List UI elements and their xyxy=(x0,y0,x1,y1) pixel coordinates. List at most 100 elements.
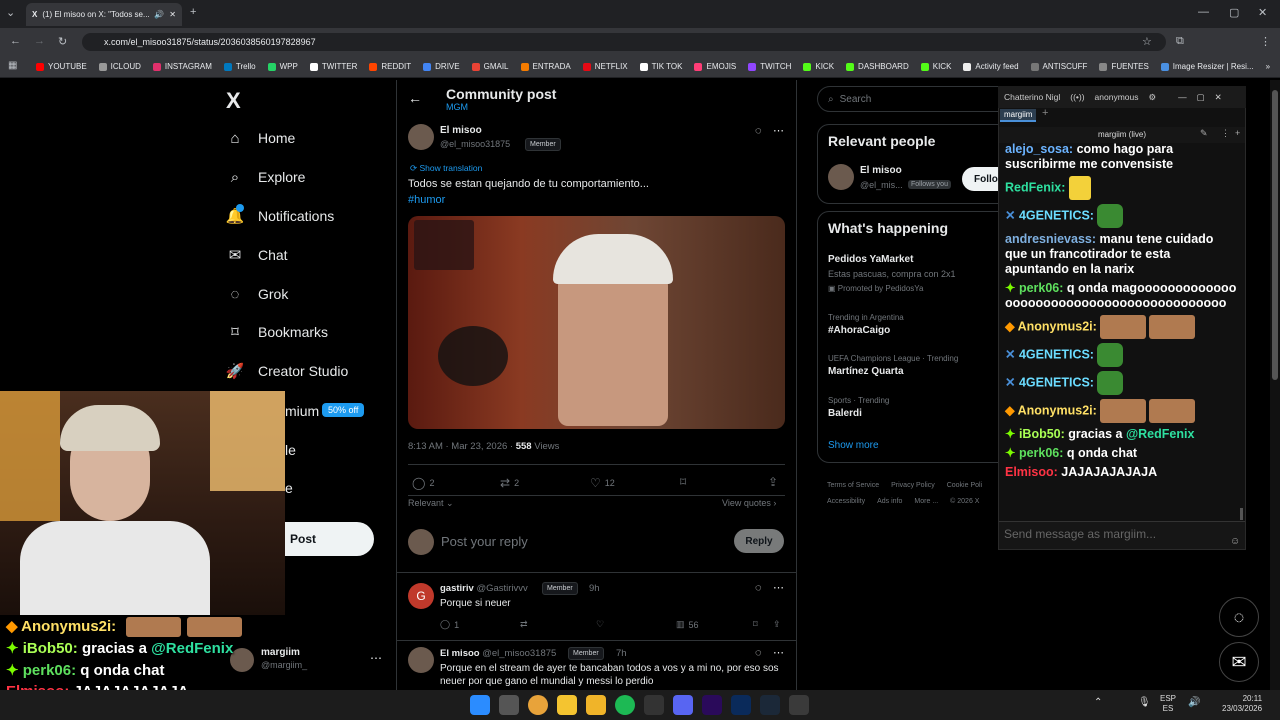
community-name[interactable]: MGM xyxy=(446,102,468,112)
chat-mention[interactable]: @RedFenix xyxy=(1126,427,1194,441)
bookmark-item[interactable]: TWITCH xyxy=(748,62,791,71)
bookmark-icon[interactable]: ⌑ xyxy=(753,619,758,630)
reply-author[interactable]: El misoo xyxy=(440,648,480,659)
minimize-icon[interactable]: — xyxy=(1178,92,1187,102)
footer-link[interactable]: © 2026 X xyxy=(950,494,979,510)
page-scrollbar[interactable] xyxy=(1270,80,1280,690)
bookmark-star-icon[interactable]: ☆ xyxy=(1142,35,1152,48)
edit-icon[interactable]: ✎ xyxy=(1200,128,1208,139)
footer-link[interactable]: Cookie Poli xyxy=(947,478,982,494)
back-arrow-icon[interactable]: ← xyxy=(408,90,422,106)
follow-button[interactable]: Follo xyxy=(962,167,1002,191)
search-taskbar-icon[interactable] xyxy=(499,695,519,715)
steam-icon[interactable] xyxy=(760,695,780,715)
reply-avatar-gastiriv[interactable]: G xyxy=(408,583,434,609)
share-icon[interactable]: ⇪ xyxy=(773,619,781,630)
chatterino-user[interactable]: anonymous xyxy=(1095,92,1139,102)
gear-icon[interactable]: ⚙ xyxy=(1149,92,1157,103)
sidebar-item-grok[interactable]: ◌ Grok xyxy=(226,285,289,303)
repost-action[interactable]: ⇄ 2 xyxy=(500,476,519,490)
bookmark-item[interactable]: DRIVE xyxy=(423,62,460,71)
chat-username[interactable]: alejo_sosa: xyxy=(1005,142,1073,156)
trend-name[interactable]: #AhoraCaigo xyxy=(828,325,890,336)
bookmark-item[interactable]: EMOJIS xyxy=(694,62,736,71)
scroll-thumb[interactable] xyxy=(1272,90,1278,380)
sidebar-item-explore[interactable]: ⌕ Explore xyxy=(226,168,306,186)
reply-more-icon[interactable]: ⋯ xyxy=(773,581,784,594)
emoji-icon[interactable]: ☺ xyxy=(1230,536,1240,547)
maximize-icon[interactable]: ▢ xyxy=(1229,6,1239,19)
chat-message[interactable]: ✦ perk06: q onda magoooooooooooooooooooo… xyxy=(999,281,1237,315)
reply-action[interactable]: ◯ 1 xyxy=(440,619,459,630)
sort-dropdown[interactable]: Relevant ⌄ xyxy=(408,498,454,509)
bookmark-item[interactable]: TIK TOK xyxy=(639,62,682,71)
chat-username[interactable]: iBob50: xyxy=(1019,427,1065,441)
chat-message[interactable]: Elmisoo: JAJAJAJAJAJA xyxy=(999,465,1237,484)
tab-list-icon[interactable]: ⌄ xyxy=(6,6,15,19)
relevant-avatar[interactable] xyxy=(828,164,854,190)
chat-message[interactable]: ✕ 4GENETICS: xyxy=(999,343,1237,371)
author-avatar[interactable] xyxy=(408,124,434,150)
grok-icon[interactable]: ◌ xyxy=(755,582,762,594)
repost-icon[interactable]: ⇄ xyxy=(520,619,528,630)
chat-message[interactable]: ✦ iBob50: gracias a @RedFenix xyxy=(999,427,1237,446)
reload-icon[interactable]: ↻ xyxy=(58,35,67,48)
search-input[interactable]: ⌕ Search xyxy=(817,86,1017,112)
clock[interactable]: 20:11 23/03/2026 xyxy=(1222,694,1262,714)
notes-icon[interactable] xyxy=(557,695,577,715)
view-quotes-link[interactable]: View quotes › xyxy=(722,498,776,508)
bookmark-item[interactable]: NETFLIX xyxy=(582,62,628,71)
bookmark-item[interactable]: FUENTES xyxy=(1099,62,1149,71)
post-more-icon[interactable]: ⋯ xyxy=(773,124,784,137)
back-icon[interactable]: ← xyxy=(10,35,21,47)
reply-action[interactable]: ◯ 2 xyxy=(412,476,434,490)
apps-icon[interactable]: ▦ xyxy=(8,60,17,71)
add-tab-icon[interactable]: + xyxy=(1042,107,1048,119)
show-translation[interactable]: ⟳ Show translation xyxy=(410,163,482,174)
tray-chevron-icon[interactable]: ⌃ xyxy=(1094,697,1102,708)
spotify-icon[interactable] xyxy=(615,695,635,715)
chat-message[interactable]: ◆ Anonymus2i: xyxy=(999,315,1237,343)
grok-float-icon[interactable]: ◌ xyxy=(1219,597,1259,637)
chat-username[interactable]: RedFenix: xyxy=(1005,180,1065,194)
reply-input[interactable]: Post your reply xyxy=(441,534,528,549)
minimize-icon[interactable]: — xyxy=(1198,6,1209,18)
split-icon[interactable]: + xyxy=(1235,128,1240,138)
chat-input[interactable]: Send message as margiim... xyxy=(999,521,1245,549)
trend-name[interactable]: Pedidos YaMarket xyxy=(828,254,913,265)
x-logo-icon[interactable]: X xyxy=(226,88,241,114)
footer-link[interactable]: Accessibility xyxy=(827,494,865,510)
bookmark-item[interactable]: YOUTUBE xyxy=(36,62,87,71)
photoshop-icon[interactable] xyxy=(731,695,751,715)
chat-username[interactable]: Anonymus2i: xyxy=(1018,319,1097,333)
footer-link[interactable]: More ... xyxy=(914,494,938,510)
post-handle[interactable]: @el_misoo31875 xyxy=(440,139,510,149)
close-icon[interactable]: ✕ xyxy=(1215,92,1222,103)
bookmark-item[interactable]: ICLOUD xyxy=(98,62,141,71)
start-icon[interactable] xyxy=(470,695,490,715)
premiere-icon[interactable] xyxy=(702,695,722,715)
tab-close-icon[interactable]: ✕ xyxy=(169,10,176,19)
bookmark-item[interactable]: ANTISCUFF xyxy=(1030,62,1087,71)
chat-message[interactable]: alejo_sosa: como hago para suscribirme m… xyxy=(999,142,1237,176)
mic-icon[interactable]: 🎙 xyxy=(1138,697,1151,708)
maximize-icon[interactable]: ▢ xyxy=(1197,92,1205,103)
sidebar-item-home[interactable]: ⌂ Home xyxy=(226,129,295,147)
close-window-icon[interactable]: ✕ xyxy=(1258,6,1267,19)
reply-more-icon[interactable]: ⋯ xyxy=(773,646,784,659)
bookmark-item[interactable]: KICK xyxy=(803,62,834,71)
bookmark-item[interactable]: DASHBOARD xyxy=(846,62,909,71)
chat-username[interactable]: 4GENETICS: xyxy=(1019,375,1094,389)
discord-icon[interactable] xyxy=(673,695,693,715)
chat-tab[interactable]: margiim xyxy=(1000,109,1037,122)
chat-username[interactable]: Anonymus2i: xyxy=(1018,403,1097,417)
bookmark-icon[interactable]: ⌑ xyxy=(680,475,686,489)
chat-username[interactable]: perk06: xyxy=(1019,446,1063,460)
chat-messages[interactable]: alejo_sosa: como hago para suscribirme m… xyxy=(999,142,1237,516)
chat-username[interactable]: perk06: xyxy=(1019,281,1063,295)
bookmark-item[interactable]: REDDIT xyxy=(369,62,411,71)
share-icon[interactable]: ⇪ xyxy=(768,475,778,489)
chat-message[interactable]: ✦ perk06: q onda chat xyxy=(999,446,1237,465)
footer-link[interactable]: Privacy Policy xyxy=(891,478,935,494)
audio-icon[interactable]: 🔊 xyxy=(154,10,164,19)
